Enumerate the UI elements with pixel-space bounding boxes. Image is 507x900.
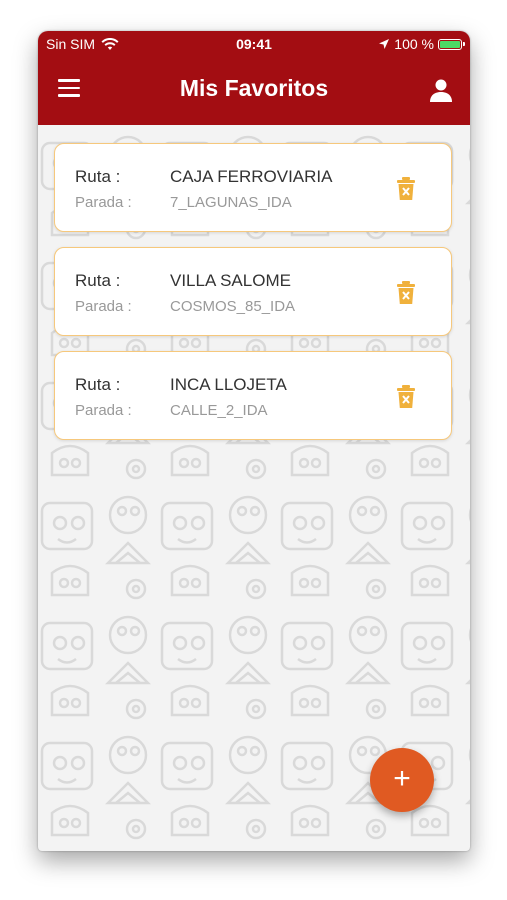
- stop-label: Parada :: [75, 194, 132, 211]
- status-bar: Sin SIM 09:41 100 %: [38, 31, 470, 57]
- stop-value: COSMOS_85_IDA: [170, 298, 296, 315]
- toolbar: Mis Favoritos: [38, 57, 470, 125]
- delete-icon[interactable]: [396, 281, 416, 305]
- user-icon[interactable]: [428, 77, 454, 103]
- route-label: Ruta :: [75, 375, 121, 394]
- battery-icon: [438, 38, 465, 50]
- stop-row: Parada : COSMOS_85_IDA: [75, 298, 295, 315]
- stop-label: Parada :: [75, 298, 132, 315]
- favorite-card[interactable]: Ruta : CAJA FERROVIARIA Parada : 7_LAGUNAS…: [54, 143, 452, 232]
- route-row: Ruta : VILLA SALOME: [75, 271, 291, 291]
- route-value: CAJA FERROVIARIA: [170, 167, 333, 186]
- route-label: Ruta :: [75, 167, 121, 186]
- route-value: INCA LLOJETA: [170, 375, 287, 394]
- stop-value: 7_LAGUNAS_IDA: [170, 194, 292, 211]
- status-right: 100 %: [378, 36, 465, 52]
- favorites-list: Ruta : CAJA FERROVIARIA Parada : 7_LAGUNAS…: [54, 143, 452, 455]
- route-row: Ruta : INCA LLOJETA: [75, 375, 287, 395]
- stop-label: Parada :: [75, 402, 132, 419]
- favorite-card[interactable]: Ruta : VILLA SALOME Parada : COSMOS_85_IDA: [54, 247, 452, 336]
- battery-percent: 100 %: [394, 36, 434, 52]
- stop-row: Parada : CALLE_2_IDA: [75, 402, 268, 419]
- favorite-card[interactable]: Ruta : INCA LLOJETA Parada : CALLE_2_IDA: [54, 351, 452, 440]
- add-favorite-button[interactable]: +: [370, 748, 434, 812]
- route-row: Ruta : CAJA FERROVIARIA: [75, 167, 332, 187]
- app-header: Sin SIM 09:41 100 % Mis Favoritos: [38, 31, 470, 125]
- stop-value: CALLE_2_IDA: [170, 402, 268, 419]
- route-value: VILLA SALOME: [170, 271, 291, 290]
- phone-screen: Sin SIM 09:41 100 % Mis Favoritos Ruta:…: [38, 31, 470, 851]
- page-title: Mis Favoritos: [179, 75, 329, 101]
- delete-icon[interactable]: [396, 177, 416, 201]
- stop-row: Parada : 7_LAGUNAS_IDA: [75, 194, 292, 211]
- location-arrow-icon: [379, 39, 390, 49]
- delete-icon[interactable]: [396, 385, 416, 409]
- route-label: Ruta :: [75, 271, 121, 290]
